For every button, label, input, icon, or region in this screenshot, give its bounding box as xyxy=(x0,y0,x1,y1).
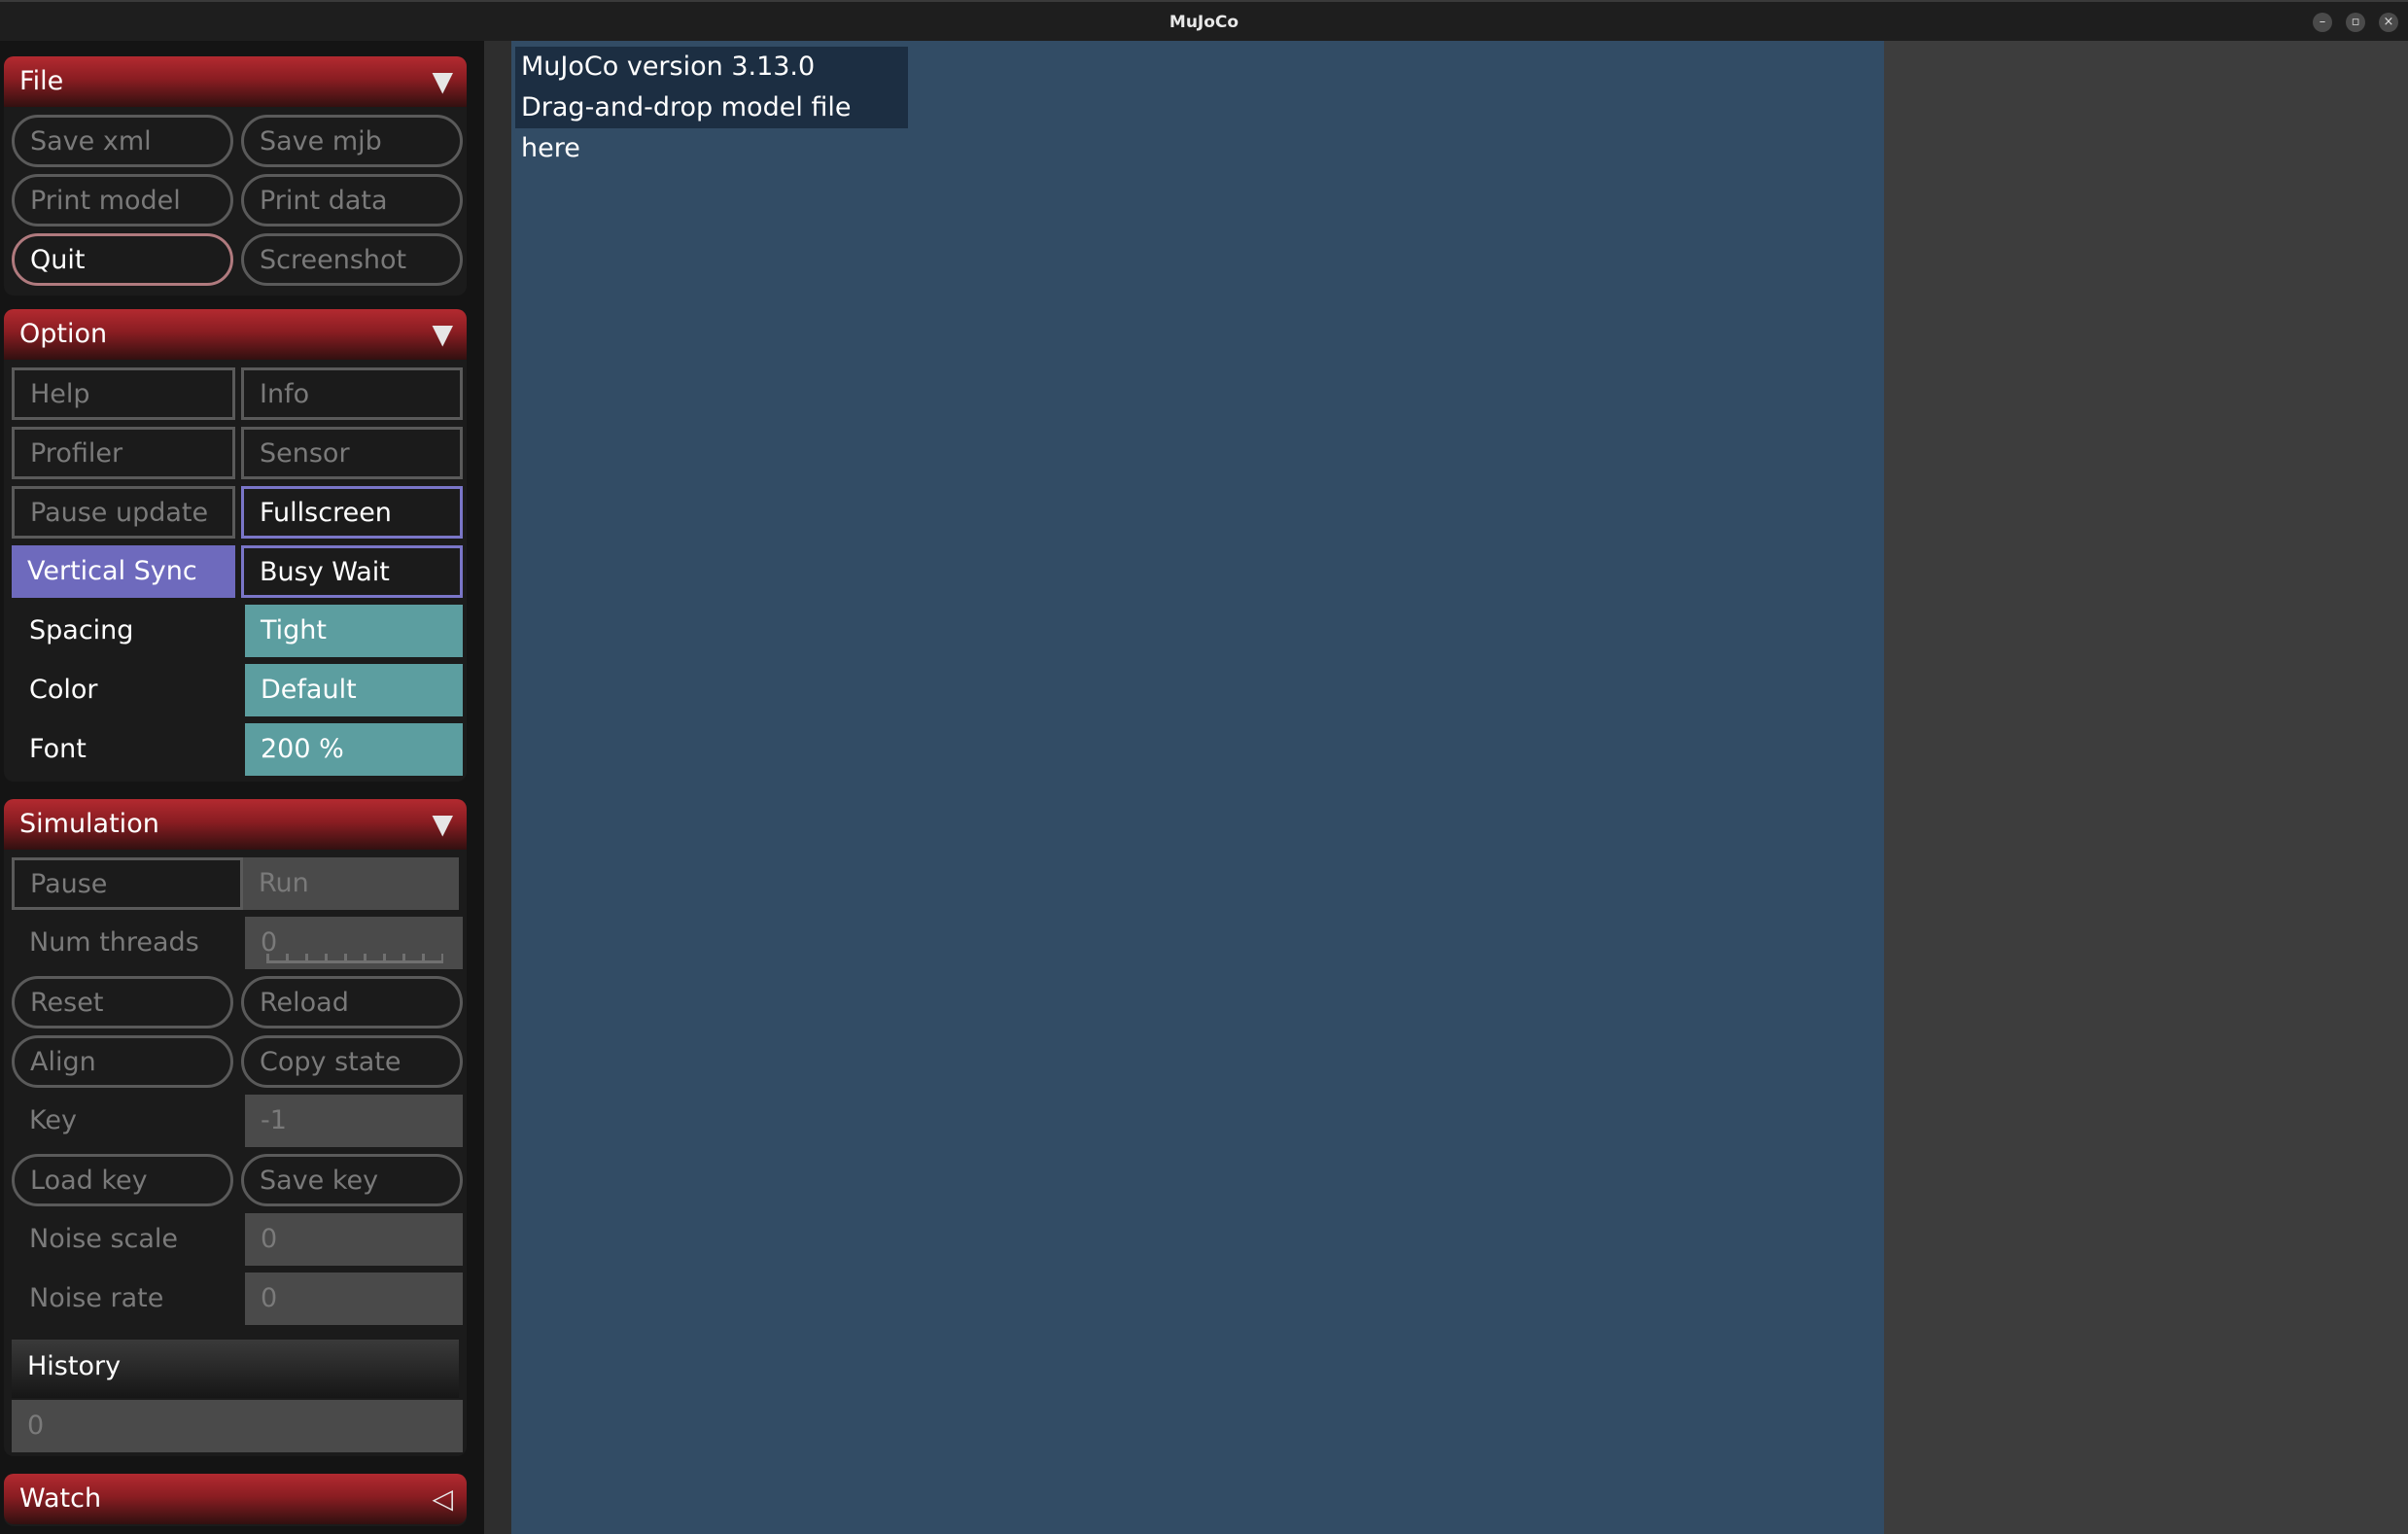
version-text: MuJoCo version 3.13.0 xyxy=(521,52,816,82)
print-model-button[interactable]: Print model xyxy=(12,174,233,227)
save-mjb-button[interactable]: Save mjb xyxy=(241,115,463,167)
triangle-left-icon: ◁ xyxy=(432,1482,453,1515)
spacing-label: Spacing xyxy=(29,615,134,645)
run-radio[interactable]: Run xyxy=(243,857,459,910)
copy-state-button[interactable]: Copy state xyxy=(241,1035,463,1088)
history-slider[interactable]: 0 xyxy=(12,1400,463,1452)
close-icon[interactable]: × xyxy=(2379,13,2398,32)
simulation-section-header[interactable]: Simulation ▼ xyxy=(4,799,467,850)
busy-wait-toggle[interactable]: Busy Wait xyxy=(241,545,463,598)
left-panel-scrollbar[interactable] xyxy=(484,41,511,1534)
simulation-section-title: Simulation xyxy=(19,809,159,839)
reload-button[interactable]: Reload xyxy=(241,976,463,1028)
num-threads-label: Num threads xyxy=(29,927,199,958)
info-overlay: MuJoCo version 3.13.0 Drag-and-drop mode… xyxy=(515,47,908,163)
save-xml-button[interactable]: Save xml xyxy=(12,115,233,167)
font-select[interactable]: 200 % xyxy=(245,723,463,776)
fullscreen-toggle[interactable]: Fullscreen xyxy=(241,486,463,539)
option-section: Option ▼ Help Info Profiler Sensor Pause… xyxy=(4,309,467,782)
quit-button[interactable]: Quit xyxy=(12,233,233,286)
color-label: Color xyxy=(29,675,98,705)
num-threads-slider[interactable]: 0 xyxy=(245,917,463,969)
triangle-down-icon: ▼ xyxy=(432,65,453,97)
print-data-button[interactable]: Print data xyxy=(241,174,463,227)
font-label: Font xyxy=(29,734,87,764)
watch-section-header[interactable]: Watch ◁ xyxy=(4,1474,467,1524)
file-section: File ▼ Save xml Save mjb Print model Pri… xyxy=(4,56,467,296)
help-toggle[interactable]: Help xyxy=(12,367,235,420)
pause-update-toggle[interactable]: Pause update xyxy=(12,486,235,539)
drag-drop-hint: Drag-and-drop model file here xyxy=(521,92,852,163)
watch-section: Watch ◁ xyxy=(4,1474,467,1526)
window-title: MuJoCo xyxy=(1169,13,1239,32)
triangle-down-icon: ▼ xyxy=(432,808,453,840)
right-ui-panel xyxy=(1884,41,2408,1534)
title-bar: MuJoCo – ▫ × xyxy=(0,0,2408,41)
key-label: Key xyxy=(29,1105,77,1135)
watch-section-title: Watch xyxy=(19,1483,102,1514)
minimize-icon[interactable]: – xyxy=(2313,13,2332,32)
run-pause-radio: Pause Run xyxy=(12,857,459,910)
align-button[interactable]: Align xyxy=(12,1035,233,1088)
simulation-section: Simulation ▼ Pause Run Num threads 0 Res… xyxy=(4,799,467,1456)
key-slider[interactable]: -1 xyxy=(245,1095,463,1147)
vertical-sync-toggle[interactable]: Vertical Sync xyxy=(12,545,235,598)
triangle-down-icon: ▼ xyxy=(432,318,453,350)
slider-ticks xyxy=(266,954,443,963)
history-header: History xyxy=(12,1340,459,1398)
file-section-title: File xyxy=(19,66,64,96)
file-section-header[interactable]: File ▼ xyxy=(4,56,467,107)
spacing-select[interactable]: Tight xyxy=(245,605,463,657)
load-key-button[interactable]: Load key xyxy=(12,1154,233,1206)
noise-scale-input[interactable]: 0 xyxy=(245,1213,463,1266)
pause-radio[interactable]: Pause xyxy=(12,857,243,910)
profiler-toggle[interactable]: Profiler xyxy=(12,427,235,479)
reset-button[interactable]: Reset xyxy=(12,976,233,1028)
color-select[interactable]: Default xyxy=(245,664,463,716)
noise-scale-label: Noise scale xyxy=(29,1224,179,1254)
info-toggle[interactable]: Info xyxy=(241,367,463,420)
screenshot-button[interactable]: Screenshot xyxy=(241,233,463,286)
restore-icon[interactable]: ▫ xyxy=(2346,13,2365,32)
render-viewport[interactable] xyxy=(511,41,1884,1534)
save-key-button[interactable]: Save key xyxy=(241,1154,463,1206)
sensor-toggle[interactable]: Sensor xyxy=(241,427,463,479)
noise-rate-label: Noise rate xyxy=(29,1283,164,1313)
noise-rate-input[interactable]: 0 xyxy=(245,1273,463,1325)
option-section-title: Option xyxy=(19,319,108,349)
option-section-header[interactable]: Option ▼ xyxy=(4,309,467,360)
